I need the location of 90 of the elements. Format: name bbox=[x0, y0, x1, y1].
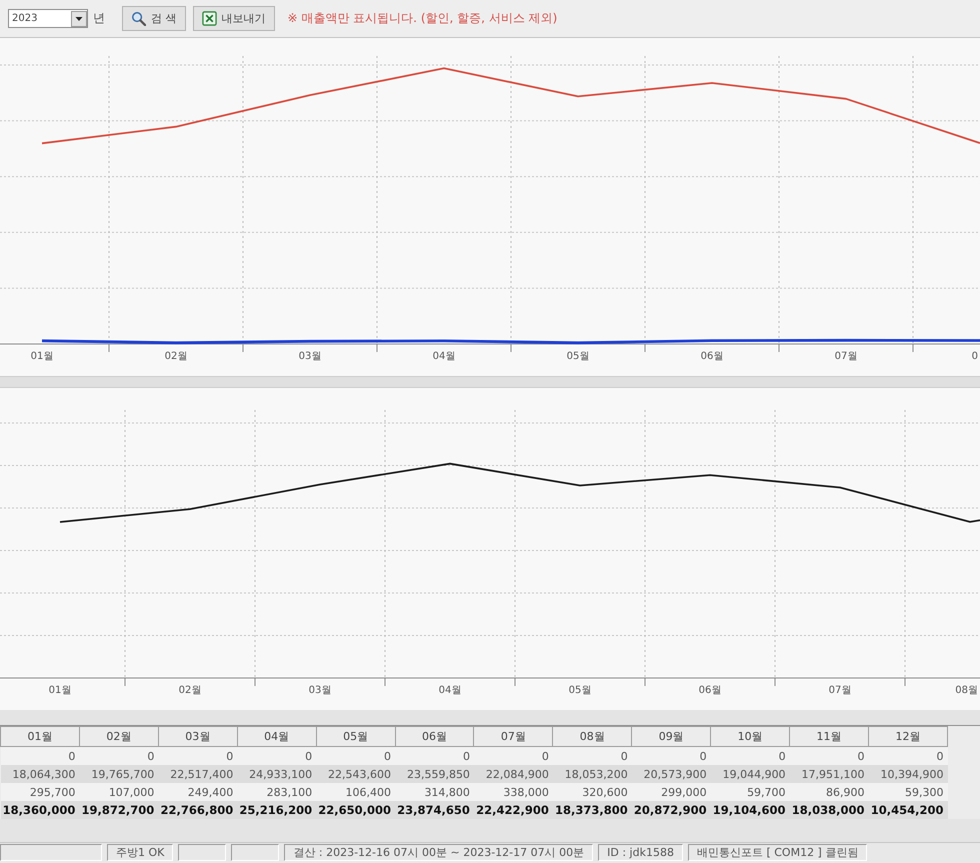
table-cell: 283,100 bbox=[237, 783, 316, 801]
table-cell: 59,300 bbox=[868, 783, 948, 801]
table-cell: 59,700 bbox=[710, 783, 790, 801]
month-label: 07월 bbox=[834, 351, 858, 362]
table-cell: 0 bbox=[552, 746, 632, 765]
table-cell: 17,951,100 bbox=[790, 765, 868, 783]
month-label: 01월 bbox=[48, 685, 72, 696]
table-cell: 0 bbox=[474, 746, 553, 765]
month-label: 07월 bbox=[828, 685, 852, 696]
table-cell: 25,216,200 bbox=[237, 801, 316, 819]
month-label: 08월 bbox=[955, 685, 978, 696]
column-header: 08월 bbox=[552, 726, 632, 746]
table-cell: 23,874,650 bbox=[395, 801, 474, 819]
column-header: 12월 bbox=[868, 726, 948, 746]
year-unit-label: 년 bbox=[93, 10, 105, 27]
month-label: 01월 bbox=[30, 351, 54, 362]
table-cell: 22,766,800 bbox=[158, 801, 238, 819]
month-label: 02월 bbox=[164, 351, 188, 362]
month-label: 04월 bbox=[438, 685, 462, 696]
table-cell: 22,543,600 bbox=[316, 765, 396, 783]
status-panel: ID : jdk1588 bbox=[598, 844, 683, 861]
table-cell: 0 bbox=[395, 746, 474, 765]
table-cell: 0 bbox=[868, 746, 948, 765]
column-header: 10월 bbox=[710, 726, 790, 746]
table-cell: 10,454,200 bbox=[868, 801, 948, 819]
status-panel bbox=[231, 844, 280, 861]
table-cell: 18,053,200 bbox=[552, 765, 632, 783]
status-panel: 배민통신포트 [ COM12 ] 클린됨 bbox=[688, 844, 868, 861]
year-select[interactable]: 2023 bbox=[8, 9, 88, 28]
table-cell: 20,872,900 bbox=[632, 801, 711, 819]
search-button[interactable]: 검 색 bbox=[122, 6, 186, 31]
search-icon bbox=[131, 11, 146, 26]
table-cell: 18,064,300 bbox=[0, 765, 80, 783]
table-cell: 19,104,600 bbox=[710, 801, 790, 819]
table-cell: 295,700 bbox=[0, 783, 80, 801]
spreadsheet-icon bbox=[202, 11, 216, 26]
table-cell: 20,573,900 bbox=[632, 765, 711, 783]
table-cell: 249,400 bbox=[158, 783, 238, 801]
status-panel: 결산 : 2023-12-16 07시 00분 ~ 2023-12-17 07시 00분 bbox=[284, 844, 594, 861]
table-cell: 0 bbox=[158, 746, 238, 765]
table-cell: 0 bbox=[79, 746, 158, 765]
table-cell: 0 bbox=[790, 746, 868, 765]
column-header: 05월 bbox=[316, 726, 396, 746]
export-button[interactable]: 내보내기 bbox=[192, 6, 274, 31]
month-label: 05월 bbox=[568, 685, 592, 696]
table-cell: 320,600 bbox=[552, 783, 632, 801]
month-label: 02월 bbox=[178, 685, 202, 696]
table-cell: 23,559,850 bbox=[395, 765, 474, 783]
table-cell: 107,000 bbox=[79, 783, 158, 801]
column-header: 09월 bbox=[632, 726, 711, 746]
table-cell: 0 bbox=[0, 746, 80, 765]
table-cell: 314,800 bbox=[395, 783, 474, 801]
table-cell: 22,422,900 bbox=[474, 801, 553, 819]
column-header: 06월 bbox=[395, 726, 474, 746]
table-cell: 22,650,000 bbox=[316, 801, 396, 819]
table-cell: 10,394,900 bbox=[868, 765, 948, 783]
column-header: 07월 bbox=[474, 726, 553, 746]
table-cell: 86,900 bbox=[790, 783, 868, 801]
column-header: 04월 bbox=[237, 726, 316, 746]
month-label: 06월 bbox=[698, 685, 722, 696]
table-cell: 338,000 bbox=[474, 783, 553, 801]
column-header: 01월 bbox=[0, 726, 80, 746]
column-header: 03월 bbox=[158, 726, 238, 746]
table-cell: 18,373,800 bbox=[552, 801, 632, 819]
month-label: 04월 bbox=[432, 351, 456, 362]
table-cell: 18,360,000 bbox=[0, 801, 80, 819]
table-cell: 0 bbox=[237, 746, 316, 765]
month-label: 03월 bbox=[308, 685, 332, 696]
month-label: 05월 bbox=[566, 351, 590, 362]
table-cell: 0 bbox=[316, 746, 396, 765]
notice-text: ※ 매출액만 표시됩니다. (할인, 할증, 서비스 제외) bbox=[288, 10, 558, 27]
table-cell: 0 bbox=[710, 746, 790, 765]
table-cell: 19,765,700 bbox=[79, 765, 158, 783]
table-cell: 19,044,900 bbox=[710, 765, 790, 783]
month-label: 03월 bbox=[298, 351, 322, 362]
table-cell: 18,038,000 bbox=[790, 801, 868, 819]
table-cell: 0 bbox=[632, 746, 711, 765]
table-cell: 299,000 bbox=[632, 783, 711, 801]
table-cell: 19,872,700 bbox=[79, 801, 158, 819]
column-header: 02월 bbox=[79, 726, 158, 746]
table-cell: 22,517,400 bbox=[158, 765, 238, 783]
status-panel bbox=[178, 844, 226, 861]
caret-icon[interactable] bbox=[71, 10, 87, 26]
month-label: 06월 bbox=[700, 351, 724, 362]
month-label: 0 bbox=[972, 351, 978, 362]
table-cell: 24,933,100 bbox=[237, 765, 316, 783]
status-panel: 주방1 OK bbox=[107, 844, 174, 861]
table-cell: 22,084,900 bbox=[474, 765, 553, 783]
table-cell: 106,400 bbox=[316, 783, 396, 801]
column-header: 11월 bbox=[790, 726, 868, 746]
